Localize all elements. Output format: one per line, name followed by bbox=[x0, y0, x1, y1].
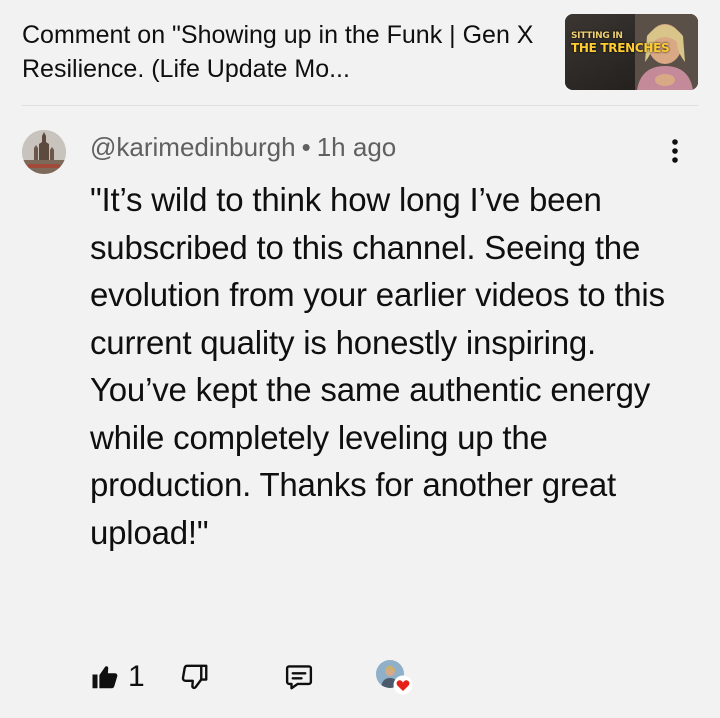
thumbs-down-icon bbox=[181, 664, 208, 690]
dislike-button[interactable] bbox=[180, 654, 210, 700]
video-title[interactable]: Comment on "Showing up in the Funk | Gen… bbox=[22, 18, 552, 86]
comment-time: 1h ago bbox=[316, 132, 397, 162]
video-header[interactable]: Comment on "Showing up in the Funk | Gen… bbox=[22, 14, 698, 94]
reply-button[interactable] bbox=[284, 654, 314, 700]
thumbnail-caption-line2: The Trenches bbox=[571, 41, 670, 55]
more-options-icon[interactable] bbox=[662, 136, 688, 166]
like-count: 1 bbox=[128, 660, 145, 693]
like-button[interactable]: 1 bbox=[90, 654, 145, 700]
video-thumbnail[interactable]: Sitting in The Trenches bbox=[565, 14, 698, 90]
comment-body: "It’s wild to think how long I’ve been s… bbox=[90, 181, 674, 551]
reply-icon bbox=[285, 665, 313, 690]
author-avatar[interactable] bbox=[22, 130, 66, 174]
creator-heart[interactable] bbox=[376, 660, 413, 696]
creator-heart-icon bbox=[393, 675, 413, 695]
comment-actions: 1 bbox=[90, 654, 690, 700]
more-options-glyph bbox=[672, 139, 678, 163]
meta-separator: • bbox=[301, 132, 311, 162]
author-handle[interactable]: @karimedinburgh bbox=[90, 132, 296, 162]
avatar-image bbox=[22, 130, 66, 174]
thumbs-up-icon bbox=[92, 666, 118, 689]
comment-card: Comment on "Showing up in the Funk | Gen… bbox=[0, 0, 720, 718]
header-divider bbox=[22, 105, 698, 106]
thumbnail-caption: Sitting in The Trenches bbox=[571, 30, 670, 55]
comment-meta: @karimedinburgh • 1h ago bbox=[90, 130, 396, 164]
